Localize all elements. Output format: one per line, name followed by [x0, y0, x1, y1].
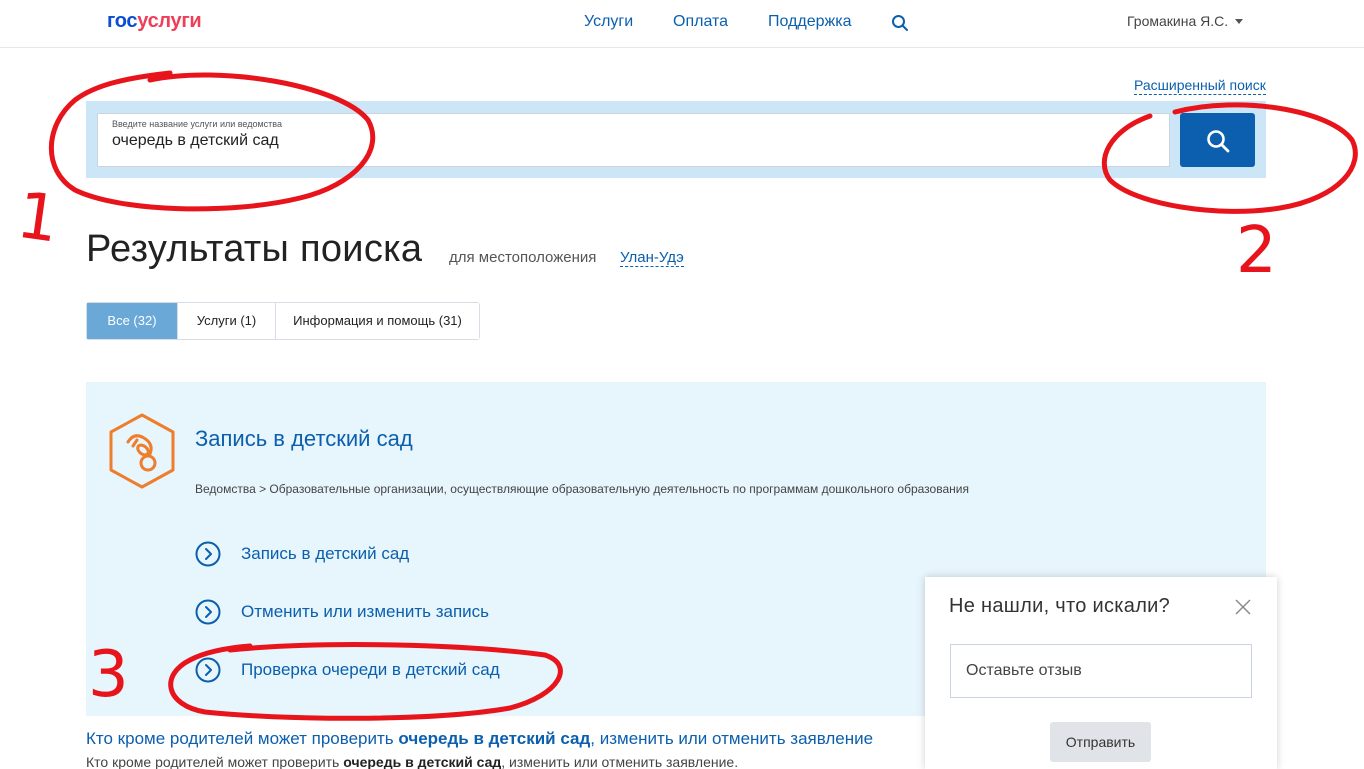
info-snip-highlight: очередь в детский сад — [343, 754, 502, 769]
advanced-search-link[interactable]: Расширенный поиск — [1134, 77, 1266, 95]
service-title-link[interactable]: Запись в детский сад — [195, 426, 413, 452]
annotation-number: 1 — [13, 179, 64, 258]
pacifier-icon — [109, 413, 175, 489]
logo-part-uslugi: услуги — [137, 10, 202, 32]
chevron-circle-right-icon — [195, 657, 221, 683]
feedback-placeholder: Оставьте отзыв — [966, 662, 1082, 679]
feedback-input[interactable]: Оставьте отзыв — [950, 644, 1252, 698]
gosuslugi-logo[interactable]: госуслуги — [107, 10, 202, 33]
magnifier-icon — [1207, 130, 1230, 153]
location-city-link[interactable]: Улан-Удэ — [620, 249, 684, 267]
send-feedback-button[interactable]: Отправить — [1050, 722, 1151, 762]
annotation-number: 2 — [1236, 214, 1277, 288]
search-input-label: Введите название услуги или ведомства — [112, 119, 282, 129]
info-link-text-end: , изменить или отменить заявление — [590, 729, 874, 748]
user-menu[interactable]: Громакина Я.С. — [1127, 13, 1244, 29]
info-snip-text: Кто кроме родителей может проверить — [86, 754, 344, 769]
chevron-circle-right-icon — [195, 541, 221, 567]
department-breadcrumb: Ведомства > Образовательные организации,… — [195, 482, 969, 496]
logo-part-gos: гос — [107, 10, 138, 32]
top-header: госуслуги Услуги Оплата Поддержка Громак… — [0, 0, 1364, 48]
search-input[interactable]: Введите название услуги или ведомства оч… — [97, 113, 1170, 167]
subservice-label: Проверка очереди в детский сад — [241, 660, 500, 679]
subservice-check-queue[interactable]: Проверка очереди в детский сад — [195, 657, 500, 683]
tab-info-help[interactable]: Информация и помощь (31) — [275, 303, 479, 339]
search-icon[interactable] — [891, 14, 909, 32]
feedback-title: Не нашли, что искали? — [949, 595, 1171, 617]
search-input-value: очередь в детский сад — [112, 132, 279, 149]
subservice-label: Отменить или изменить запись — [241, 602, 490, 621]
info-link-highlight: очередь в детский сад — [398, 729, 591, 748]
results-tabs: Все (32) Услуги (1) Информация и помощь … — [86, 302, 480, 340]
tab-services[interactable]: Услуги (1) — [177, 303, 275, 339]
search-button[interactable] — [1180, 113, 1255, 167]
info-result-snippet: Кто кроме родителей может проверить очер… — [86, 754, 738, 769]
info-snip-text-end: , изменить или отменить заявление. — [501, 754, 739, 769]
location-label: для местоположения — [449, 249, 597, 266]
info-result-link[interactable]: Кто кроме родителей может проверить очер… — [86, 729, 873, 749]
tab-all[interactable]: Все (32) — [87, 303, 177, 339]
info-link-text: Кто кроме родителей может проверить — [86, 729, 399, 748]
nav-payment[interactable]: Оплата — [673, 13, 728, 31]
nav-support[interactable]: Поддержка — [768, 13, 851, 31]
caret-down-icon — [1235, 19, 1244, 24]
user-name: Громакина Я.С. — [1127, 13, 1229, 29]
subservice-cancel-change[interactable]: Отменить или изменить запись — [195, 599, 489, 625]
subservice-label: Запись в детский сад — [241, 544, 410, 563]
close-icon[interactable] — [1235, 599, 1251, 615]
page-title: Результаты поиска — [86, 228, 423, 270]
nav-services[interactable]: Услуги — [584, 13, 633, 31]
subservice-enroll[interactable]: Запись в детский сад — [195, 541, 409, 567]
feedback-popup: Не нашли, что искали? Оставьте отзыв Отп… — [925, 577, 1277, 769]
chevron-circle-right-icon — [195, 599, 221, 625]
